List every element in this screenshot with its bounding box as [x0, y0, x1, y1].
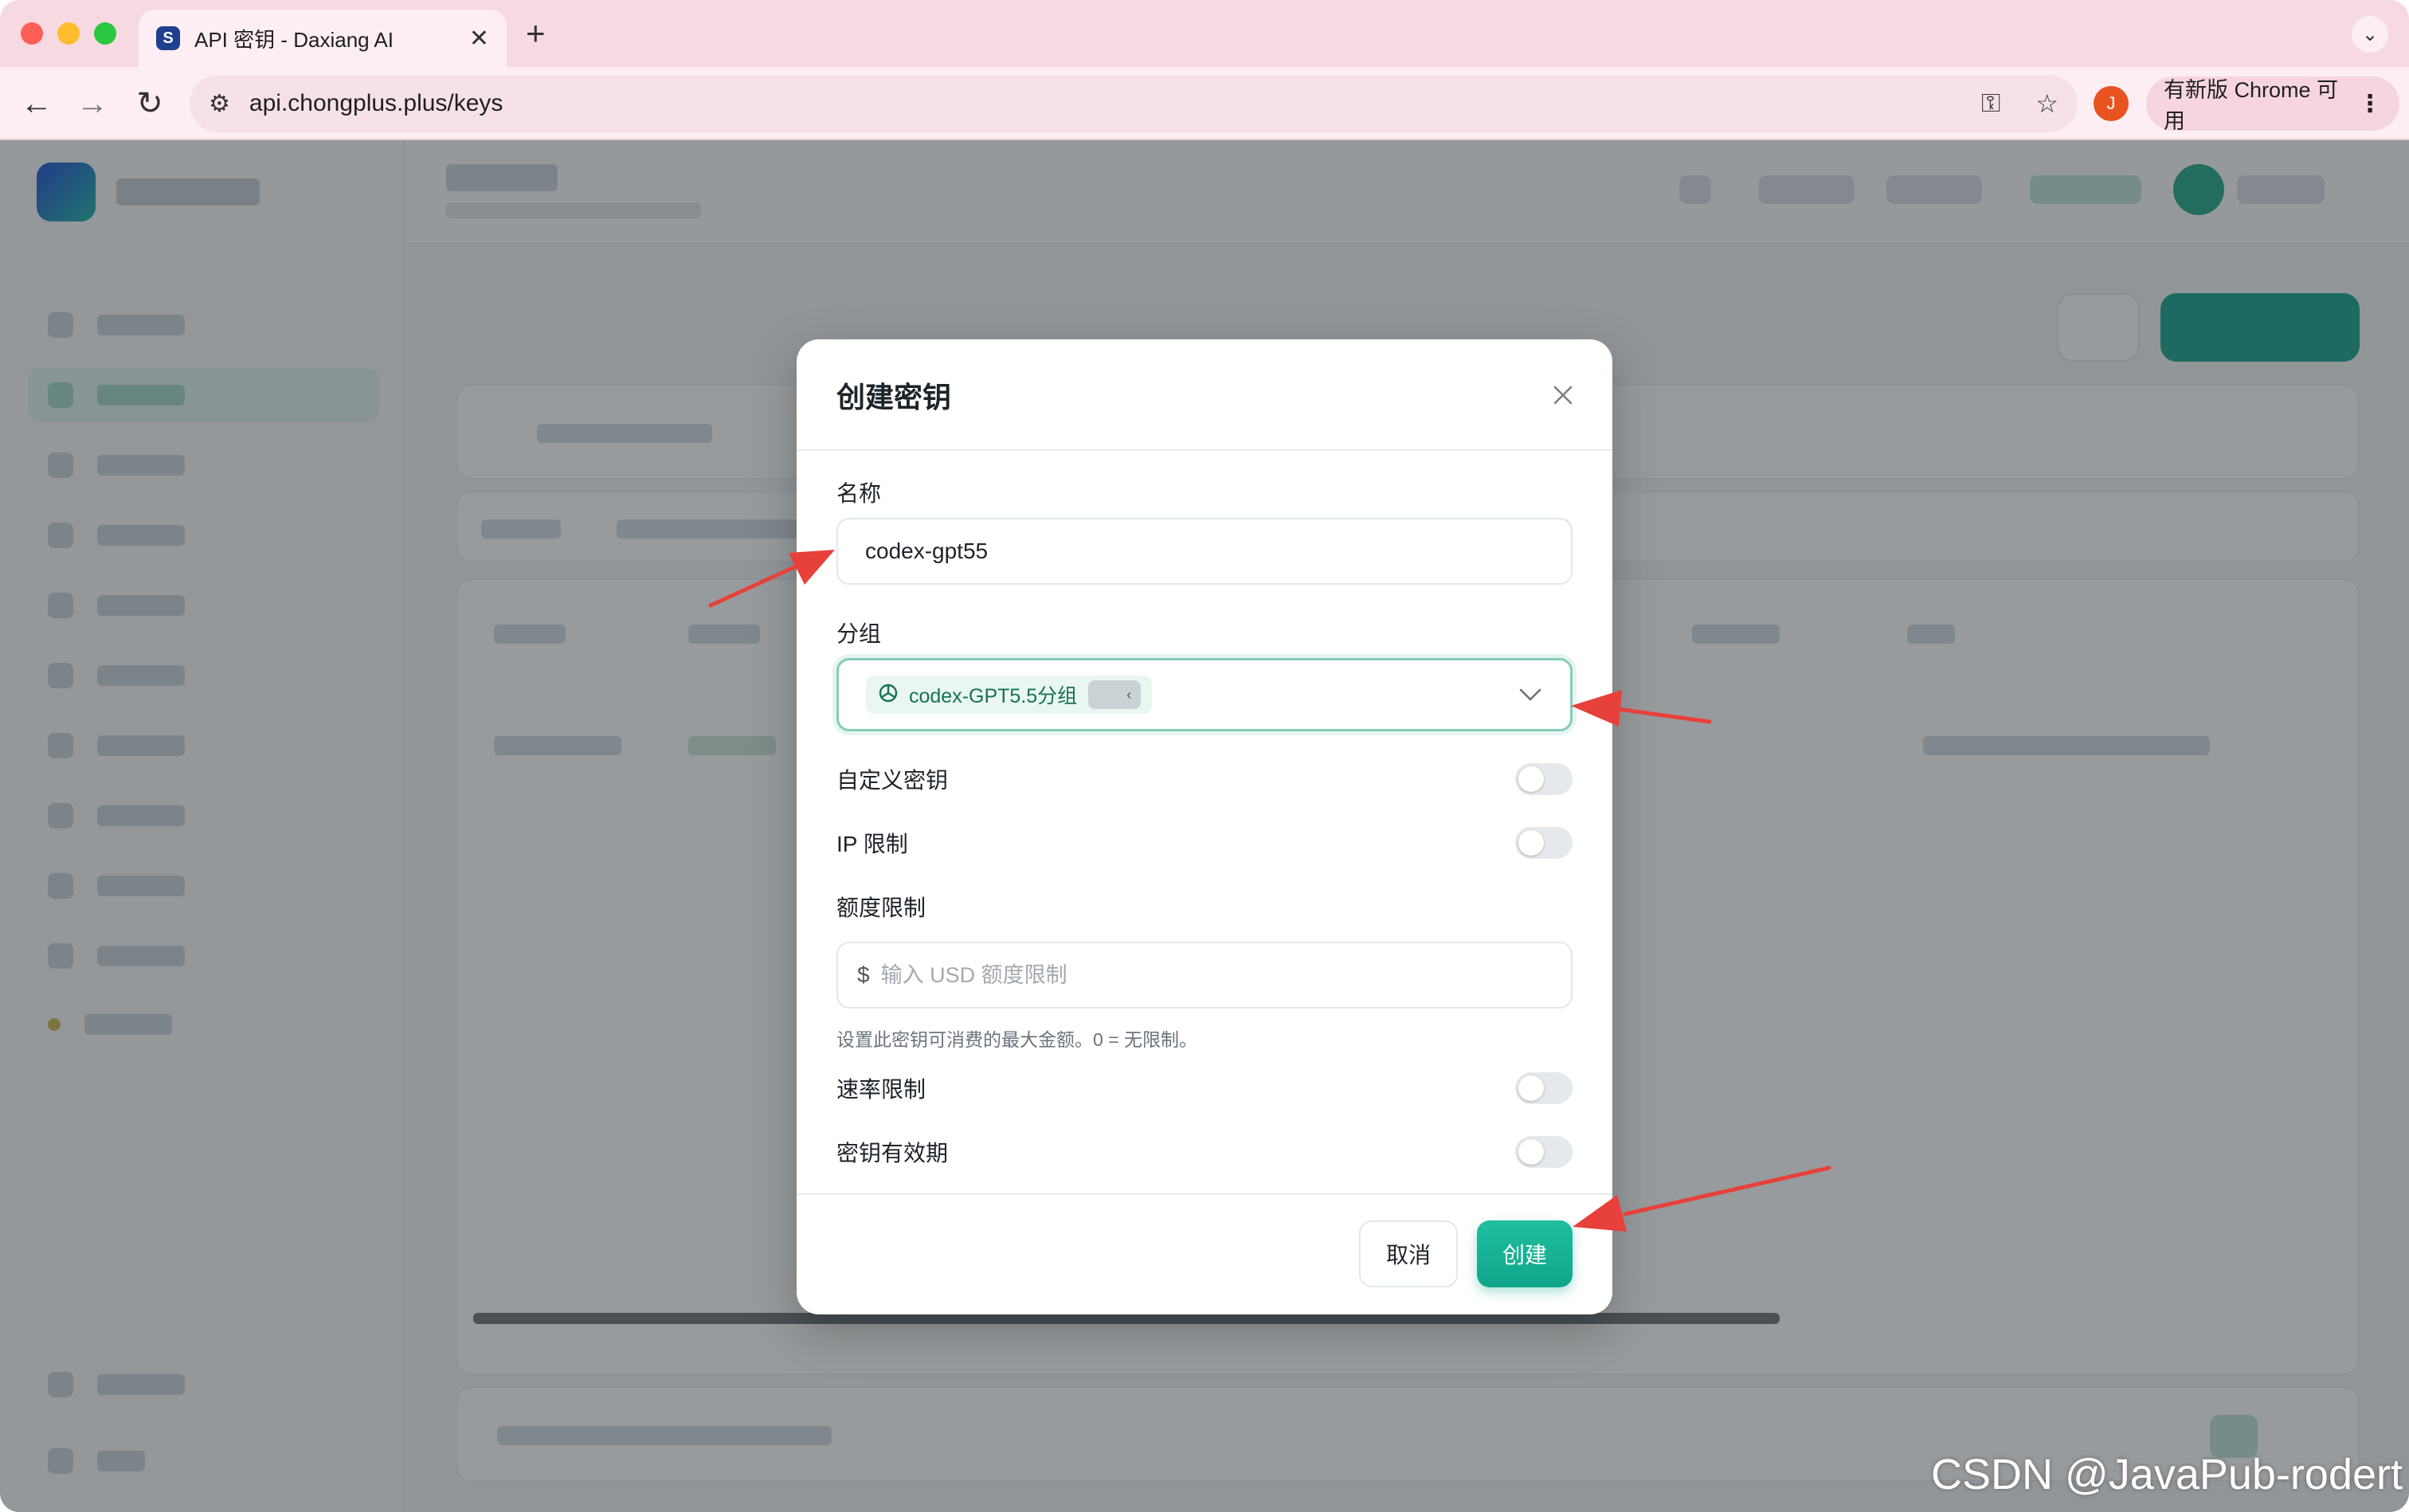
quota-field[interactable]: $	[836, 942, 1573, 1009]
site-favicon-icon: S	[156, 26, 180, 50]
selected-group-chip: codex-GPT5.5分组 ‹	[866, 676, 1153, 714]
bookmark-star-icon[interactable]: ☆	[2035, 88, 2058, 119]
forward-arrow-icon[interactable]: →	[73, 84, 112, 123]
tab-close-icon[interactable]: ✕	[469, 25, 489, 53]
create-key-dialog: 创建密钥 名称 分组 codex-GPT5.5分组 ‹	[797, 339, 1612, 1314]
browser-tab[interactable]: S API 密钥 - Daxiang AI ✕	[139, 10, 507, 67]
custom-key-toggle[interactable]	[1515, 763, 1573, 795]
expiry-toggle[interactable]	[1515, 1136, 1573, 1168]
new-tab-icon[interactable]: +	[526, 14, 546, 53]
tab-strip: S API 密钥 - Daxiang AI ✕ + ⌄	[0, 0, 2409, 67]
name-label: 名称	[836, 481, 882, 506]
group-label: 分组	[836, 621, 882, 646]
chrome-update-button[interactable]: 有新版 Chrome 可用 ⋮	[2146, 76, 2399, 133]
dialog-footer-divider	[797, 1193, 1612, 1195]
browser-window: S API 密钥 - Daxiang AI ✕ + ⌄ ← → ↻ ⚙ api.…	[0, 0, 2409, 1512]
create-button[interactable]: 创建	[1477, 1220, 1573, 1287]
group-select[interactable]: codex-GPT5.5分组 ‹	[836, 658, 1573, 731]
password-key-icon[interactable]: ⚿	[1981, 88, 2000, 119]
dialog-header: 创建密钥	[797, 339, 1612, 451]
custom-key-label: 自定义密钥	[836, 768, 949, 793]
openai-logo-icon	[877, 682, 899, 708]
watermark: CSDN @JavaPub-rodert	[1930, 1451, 2403, 1498]
group-badge-blurred: ‹	[1088, 680, 1142, 709]
selected-group-label: codex-GPT5.5分组	[909, 685, 1078, 707]
reload-icon[interactable]: ↻	[131, 84, 169, 123]
dialog-title: 创建密钥	[836, 381, 952, 413]
ip-limit-label: IP 限制	[836, 832, 908, 856]
quota-input[interactable]	[880, 962, 1552, 988]
cancel-button[interactable]: 取消	[1359, 1220, 1458, 1287]
dollar-sign-icon: $	[857, 962, 870, 987]
quota-label: 额度限制	[836, 895, 926, 920]
tab-search-chevron-icon[interactable]: ⌄	[2352, 16, 2388, 53]
back-arrow-icon[interactable]: ←	[18, 84, 56, 123]
more-menu-icon[interactable]: ⋮	[2358, 90, 2382, 118]
window-minimize-button[interactable]	[57, 22, 80, 45]
quota-helper-text: 设置此密钥可消费的最大金额。0 = 无限制。	[836, 1029, 1198, 1050]
ip-limit-toggle[interactable]	[1515, 827, 1573, 859]
browser-toolbar: ← → ↻ ⚙ api.chongplus.plus/keys ⚿ ☆ J 有新…	[0, 67, 2409, 140]
rate-limit-toggle[interactable]	[1515, 1072, 1573, 1104]
tab-title: API 密钥 - Daxiang AI	[194, 27, 394, 52]
chevron-down-icon[interactable]	[1514, 679, 1546, 711]
address-bar[interactable]: ⚙ api.chongplus.plus/keys ⚿ ☆	[190, 75, 2078, 132]
url-text[interactable]: api.chongplus.plus/keys	[249, 90, 503, 117]
site-settings-icon[interactable]: ⚙	[209, 90, 230, 118]
update-label: 有新版 Chrome 可用	[2164, 78, 2339, 133]
window-close-button[interactable]	[21, 22, 43, 45]
profile-avatar[interactable]: J	[2094, 86, 2129, 121]
name-input[interactable]	[836, 518, 1573, 585]
window-zoom-button[interactable]	[94, 22, 116, 45]
close-icon[interactable]	[1541, 373, 1585, 417]
expiry-label: 密钥有效期	[836, 1141, 949, 1165]
rate-limit-label: 速率限制	[836, 1077, 926, 1102]
